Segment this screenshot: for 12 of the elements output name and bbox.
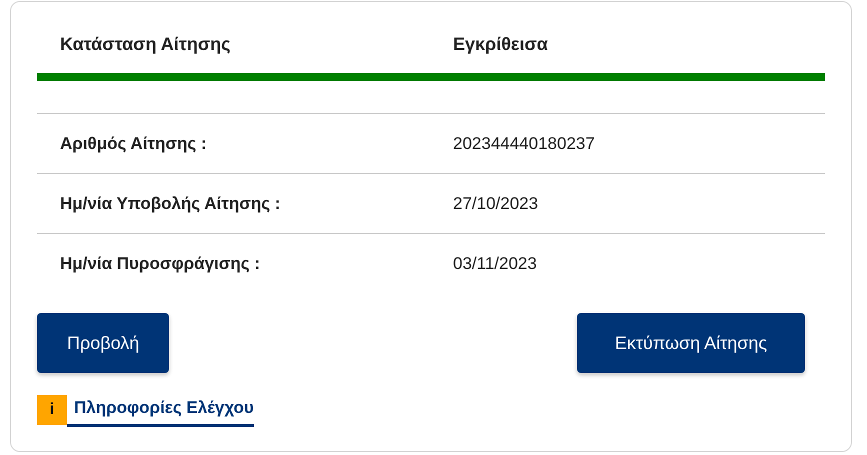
status-label: Κατάσταση Αίτησης (60, 34, 232, 54)
info-link[interactable]: Πληροφορίες Ελέγχου (67, 395, 254, 427)
detail-value: 03/11/2023 (453, 254, 537, 274)
detail-label: Ημ/νία Υποβολής Αίτησης : (60, 194, 282, 214)
detail-label: Αριθμός Αίτησης : (60, 134, 208, 154)
detail-value: 27/10/2023 (453, 194, 538, 214)
view-button[interactable]: Προβολή (37, 313, 170, 373)
info-icon: i (37, 395, 67, 425)
status-value: Εγκρίθεισα (453, 34, 548, 54)
detail-label: Ημ/νία Πυροσφράγισης : (60, 254, 261, 274)
detail-value: 202344440180237 (453, 134, 595, 154)
print-button[interactable]: Εκτύπωση Αίτησης (577, 313, 805, 373)
